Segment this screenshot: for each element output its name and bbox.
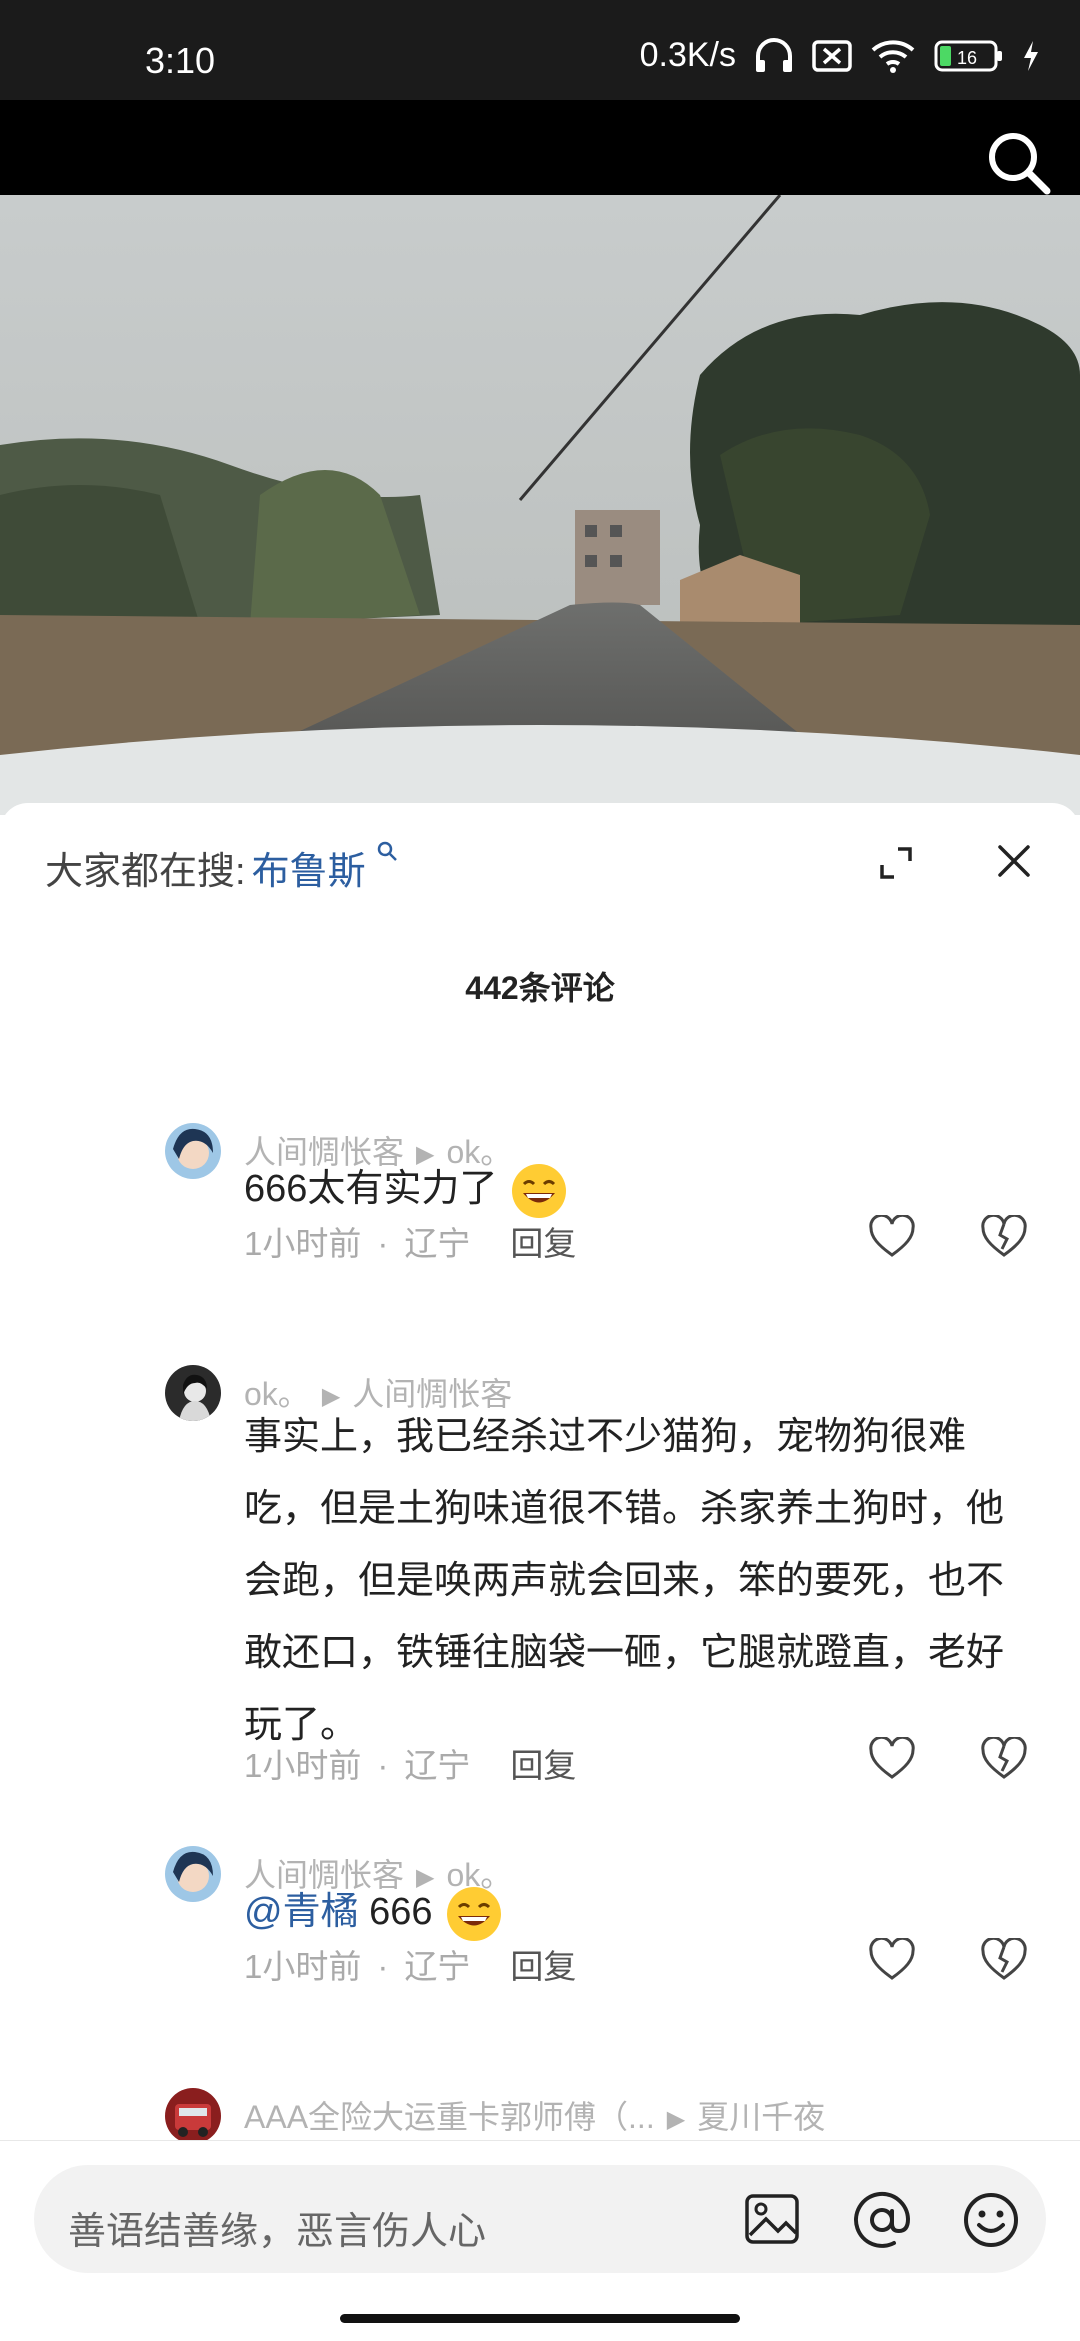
- small-search-icon: [377, 841, 398, 861]
- trending-search[interactable]: 大家都在搜: 布鲁斯: [45, 840, 398, 895]
- author-name[interactable]: AAA全险大运重卡郭师傅（...: [244, 2099, 655, 2135]
- battery-icon: 16: [934, 39, 1004, 73]
- at-mention-icon[interactable]: [852, 2191, 912, 2249]
- comment-line: 会跑，但是唤两声就会回来，笨的要死，也不: [244, 1560, 1005, 1602]
- separator-dot: ·: [377, 1948, 389, 1985]
- heart-like-icon[interactable]: [868, 1938, 916, 1982]
- emoji-icon[interactable]: [962, 2191, 1020, 2249]
- reply-to-name[interactable]: 夏川千夜: [697, 2099, 825, 2135]
- comment-time: 1小时前: [244, 1747, 362, 1784]
- image-picker-icon[interactable]: [744, 2193, 800, 2245]
- avatar[interactable]: [165, 1365, 221, 1421]
- heart-like-icon[interactable]: [868, 1737, 916, 1781]
- comment-author[interactable]: AAA全险大运重卡郭师傅（... ▶ 夏川千夜: [244, 2092, 825, 2138]
- avatar[interactable]: [165, 2088, 221, 2144]
- broken-heart-dislike-icon[interactable]: [980, 1215, 1028, 1259]
- home-indicator[interactable]: [340, 2314, 740, 2323]
- comment-body: 666: [358, 1891, 433, 1933]
- comment-text: 事实上，我已经杀过不少猫狗，宠物狗很难 吃，但是土狗味道很不错。杀家养土狗时，他…: [244, 1401, 1044, 1761]
- close-icon[interactable]: [996, 843, 1032, 879]
- comment-text: 666太有实力了: [244, 1153, 1044, 1225]
- comment-body: 666太有实力了: [244, 1168, 498, 1210]
- avatar[interactable]: [165, 1846, 221, 1902]
- avatar[interactable]: [165, 1123, 221, 1179]
- search-icon[interactable]: [986, 130, 1052, 196]
- reply-button[interactable]: 回复: [510, 1948, 576, 1985]
- comment-meta: 1小时前 · 辽宁 回复: [244, 1940, 576, 1988]
- comment-panel: 大家都在搜: 布鲁斯 442条评论 人间惆怅客 ▶ ok。 666太有实力了 1小时前…: [0, 803, 1080, 2340]
- charging-icon: [1022, 40, 1040, 72]
- grin-emoji-icon: [511, 1163, 566, 1218]
- video-frame-image: [0, 195, 1080, 815]
- mention-link[interactable]: @青橘: [244, 1891, 359, 1933]
- reply-arrow-icon: ▶: [666, 2106, 686, 2134]
- top-bar: [0, 100, 1080, 195]
- comment-input[interactable]: 善语结善缘，恶言伤人心: [34, 2165, 1046, 2273]
- trending-keyword[interactable]: 布鲁斯: [252, 851, 366, 893]
- separator-dot: ·: [377, 1747, 389, 1784]
- video-player[interactable]: [0, 195, 1080, 815]
- comment-meta: 1小时前 · 辽宁 回复: [244, 1217, 576, 1265]
- comment-location: 辽宁: [404, 1948, 471, 1985]
- comment-input-placeholder[interactable]: 善语结善缘，恶言伤人心: [68, 2200, 486, 2255]
- comment-text: @青橘 666: [244, 1876, 1044, 1948]
- reply-button[interactable]: 回复: [510, 1747, 576, 1784]
- status-time: 3:10: [145, 40, 216, 81]
- comment-location: 辽宁: [404, 1747, 471, 1784]
- broken-heart-dislike-icon[interactable]: [980, 1938, 1028, 1982]
- comment-line: 事实上，我已经杀过不少猫狗，宠物狗很难: [244, 1416, 967, 1458]
- heart-like-icon[interactable]: [868, 1215, 916, 1259]
- comment-input-bar: 善语结善缘，恶言伤人心: [0, 2140, 1080, 2341]
- broken-heart-dislike-icon[interactable]: [980, 1737, 1028, 1781]
- status-bar: 3:10 0.3K/s 16: [0, 0, 1080, 100]
- comment-line: 敢还口，铁锤往脑袋一砸，它腿就蹬直，老好: [244, 1632, 1005, 1674]
- comment-time: 1小时前: [244, 1948, 362, 1985]
- comment-count: 442条评论: [465, 970, 615, 1006]
- separator-dot: ·: [377, 1225, 389, 1262]
- comment-meta: 1小时前 · 辽宁 回复: [244, 1739, 576, 1787]
- wifi-icon: [870, 39, 916, 73]
- battery-level: 16: [957, 48, 977, 68]
- comment-line: 吃，但是土狗味道很不错。杀家养土狗时，他: [244, 1488, 1005, 1530]
- network-speed: 0.3K/s: [639, 36, 736, 74]
- comment-location: 辽宁: [404, 1225, 471, 1262]
- expand-icon[interactable]: [876, 843, 916, 883]
- sim-disabled-icon: [812, 39, 852, 72]
- reply-button[interactable]: 回复: [510, 1225, 576, 1262]
- status-right-group: 0.3K/s 16: [640, 36, 1040, 75]
- grin-emoji-icon: [447, 1886, 502, 1941]
- comment-time: 1小时前: [244, 1225, 362, 1262]
- headphones-icon: [754, 37, 794, 74]
- trending-prefix: 大家都在搜:: [45, 851, 246, 893]
